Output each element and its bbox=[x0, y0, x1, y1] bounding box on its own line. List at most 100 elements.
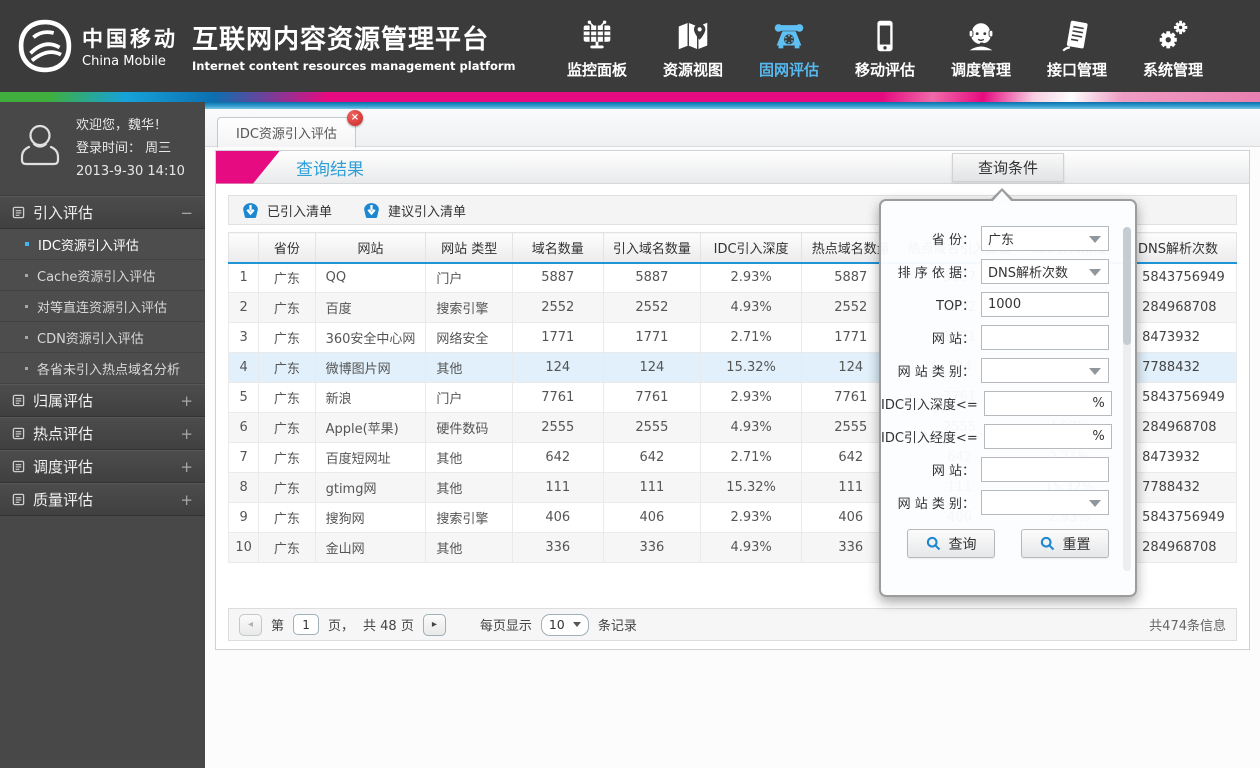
website-category-select-2[interactable] bbox=[981, 490, 1109, 515]
sidebar-item-label: 对等直连资源引入评估 bbox=[37, 300, 168, 316]
table-cell: 广东 bbox=[258, 322, 316, 353]
table-cell: 广东 bbox=[258, 442, 316, 473]
group-label: 归属评估 bbox=[33, 392, 94, 411]
table-cell: 7761 bbox=[511, 382, 604, 413]
table-cell: 124 bbox=[602, 352, 702, 383]
column-header bbox=[227, 232, 260, 264]
website-category-select[interactable] bbox=[981, 358, 1109, 383]
sidebar-item-unintroduced-hot-domains[interactable]: 各省未引入热点域名分析 bbox=[0, 353, 205, 385]
sidebar-item-label: IDC资源引入评估 bbox=[38, 238, 139, 254]
table-cell: 5843756949 bbox=[1119, 502, 1237, 533]
table-cell: 5887 bbox=[602, 262, 702, 293]
table-cell: 广东 bbox=[258, 412, 316, 443]
nav-item-dispatch-mgmt[interactable]: 调度管理 bbox=[946, 13, 1016, 80]
bullet-icon bbox=[25, 304, 28, 308]
document-icon bbox=[12, 493, 25, 506]
sidebar-item-cdn-eval[interactable]: CDN资源引入评估 bbox=[0, 322, 205, 354]
prev-page-button[interactable]: ◂ bbox=[239, 613, 262, 636]
sidebar-group-dispatch-eval[interactable]: 调度评估 + bbox=[0, 450, 205, 484]
table-cell: 其他 bbox=[425, 532, 513, 563]
expand-icon[interactable]: + bbox=[180, 425, 193, 443]
nav-item-resource-view[interactable]: 资源视图 bbox=[658, 13, 728, 80]
website-input-2[interactable] bbox=[982, 458, 1108, 481]
download-icon bbox=[364, 202, 379, 218]
table-cell: 642 bbox=[511, 442, 604, 473]
table-cell: 4 bbox=[227, 352, 260, 383]
document-icon bbox=[12, 394, 25, 407]
table-cell: 4.93% bbox=[700, 412, 802, 443]
popup-scrollbar-thumb[interactable] bbox=[1123, 227, 1131, 345]
form-label: 排 序 依 据： bbox=[897, 266, 975, 281]
expand-icon[interactable]: + bbox=[180, 491, 193, 509]
table-cell: 广东 bbox=[258, 532, 316, 563]
nav-item-fixed-network-eval[interactable]: 固网评估 bbox=[754, 13, 824, 80]
suggested-list-button[interactable]: 建议引入清单 bbox=[362, 201, 466, 220]
table-cell: 1 bbox=[227, 262, 260, 293]
table-cell: 广东 bbox=[258, 382, 316, 413]
app-title: 互联网内容资源管理平台 bbox=[192, 25, 490, 55]
sidebar-item-cache-eval[interactable]: Cache资源引入评估 bbox=[0, 260, 205, 292]
nav-label: 资源视图 bbox=[662, 60, 723, 79]
search-icon bbox=[926, 536, 940, 551]
table-cell: QQ bbox=[314, 262, 427, 293]
sidebar-item-idc-eval[interactable]: IDC资源引入评估 bbox=[0, 229, 205, 261]
table-cell: 336 bbox=[511, 532, 604, 563]
search-icon bbox=[1040, 536, 1054, 551]
sidebar-group-attribution-eval[interactable]: 归属评估 + bbox=[0, 384, 205, 418]
sidebar-group-introduction-eval[interactable]: 引入评估 − bbox=[0, 196, 205, 230]
sidebar-group-hotspot-eval[interactable]: 热点评估 + bbox=[0, 417, 205, 451]
close-icon[interactable]: × bbox=[346, 110, 363, 126]
nav-item-monitor-panel[interactable]: 监控面板 bbox=[562, 13, 632, 80]
brand-name-cn: 中国移动 bbox=[82, 27, 178, 51]
app-window: 中国移动 China Mobile 互联网内容资源管理平台 Internet c… bbox=[0, 0, 1260, 768]
chevron-down-icon bbox=[1089, 368, 1101, 375]
table-cell: 门户 bbox=[425, 262, 513, 293]
expand-icon[interactable]: + bbox=[180, 458, 193, 476]
top-input[interactable] bbox=[982, 293, 1108, 316]
table-cell: 284968708 bbox=[1119, 412, 1237, 443]
nav-item-interface-mgmt[interactable]: 接口管理 bbox=[1042, 13, 1112, 80]
idc-longitude-input-box: % bbox=[983, 424, 1112, 449]
group-label: 质量评估 bbox=[33, 491, 94, 510]
reset-button[interactable]: 重置 bbox=[1021, 529, 1109, 558]
query-conditions-button[interactable]: 查询条件 bbox=[951, 153, 1064, 182]
search-button[interactable]: 查询 bbox=[907, 529, 995, 558]
table-cell: 8473932 bbox=[1119, 442, 1237, 473]
collapse-icon[interactable]: − bbox=[180, 204, 193, 222]
next-page-button[interactable]: ▸ bbox=[422, 613, 446, 636]
tab-idc-eval[interactable]: IDC资源引入评估 × bbox=[217, 110, 363, 148]
total-records-info: 共474条信息 bbox=[1149, 619, 1226, 634]
form-label: 网 站 类 别： bbox=[897, 365, 975, 380]
expand-icon[interactable]: + bbox=[180, 392, 193, 410]
headset-icon bbox=[946, 13, 1016, 59]
exported-list-label: 已引入清单 bbox=[267, 204, 333, 220]
chevron-down-icon bbox=[572, 622, 581, 631]
sort-by-select[interactable]: DNS解析次数 bbox=[981, 259, 1109, 284]
nav-label: 移动评估 bbox=[854, 60, 915, 79]
bullet-icon bbox=[25, 335, 28, 339]
website-input[interactable] bbox=[982, 326, 1108, 349]
table-cell: 4.93% bbox=[700, 532, 802, 563]
exported-list-button[interactable]: 已引入清单 bbox=[241, 201, 332, 220]
gears-icon bbox=[1138, 13, 1208, 59]
sidebar-item-label: 各省未引入热点域名分析 bbox=[37, 362, 181, 378]
page-number-input[interactable] bbox=[293, 614, 320, 635]
table-cell: 360安全中心网 bbox=[314, 322, 427, 353]
sidebar-item-peer-link-eval[interactable]: 对等直连资源引入评估 bbox=[0, 291, 205, 323]
sidebar-group-quality-eval[interactable]: 质量评估 + bbox=[0, 483, 205, 517]
per-page-select[interactable]: 10 bbox=[540, 613, 589, 636]
table-cell: 广东 bbox=[258, 292, 316, 323]
login-time-line1: 登录时间： 周三 bbox=[76, 140, 172, 156]
form-row: 排 序 依 据： DNS解析次数 bbox=[881, 259, 1135, 284]
province-select[interactable]: 广东 bbox=[981, 226, 1109, 251]
nav-item-system-mgmt[interactable]: 系统管理 bbox=[1138, 13, 1208, 80]
table-cell: 111 bbox=[602, 472, 702, 503]
table-cell: 2.71% bbox=[700, 442, 802, 473]
form-label: 网 站 类 别： bbox=[897, 497, 975, 512]
nav-item-mobile-eval[interactable]: 移动评估 bbox=[850, 13, 920, 80]
form-label: 网 站： bbox=[931, 464, 975, 479]
website-input-2-box bbox=[981, 457, 1109, 482]
table-cell: gtimg网 bbox=[314, 472, 427, 503]
top-input-box bbox=[981, 292, 1109, 317]
table-cell: 284968708 bbox=[1119, 532, 1237, 563]
